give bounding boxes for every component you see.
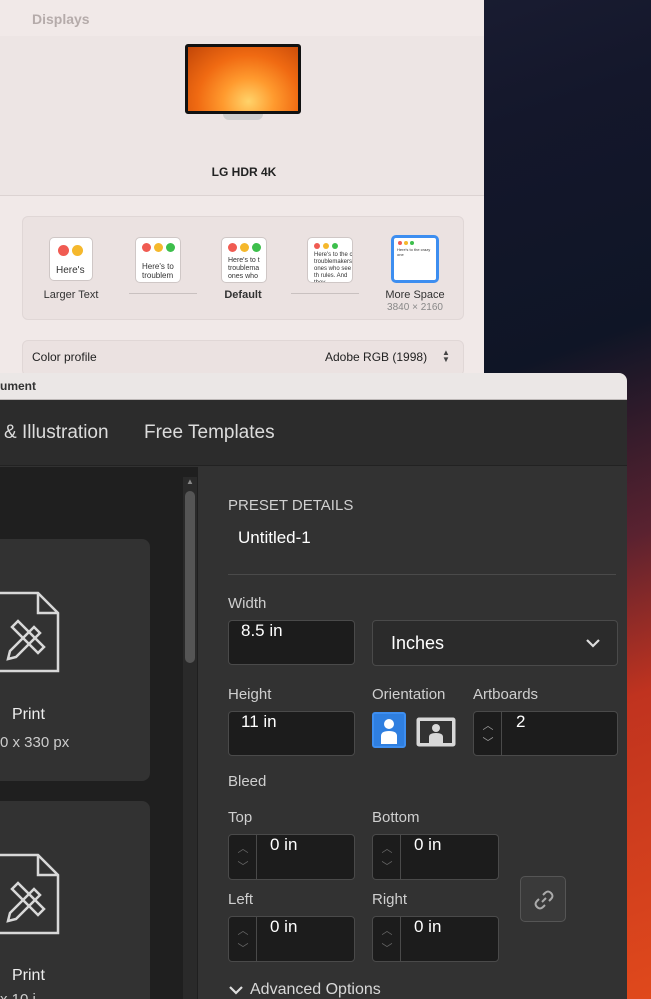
width-input[interactable]: 8.5 in (228, 620, 355, 665)
document-pencil-ruler-icon (0, 853, 60, 935)
new-document-window: ument & Illustration Free Templates Prin… (0, 373, 627, 999)
resolution-option-2[interactable]: Here's to troublem (135, 237, 181, 283)
artboards-value: 2 (516, 712, 526, 731)
portrait-orientation-icon[interactable] (372, 712, 406, 748)
bleed-left-label: Left (228, 891, 254, 908)
height-label: Height (228, 686, 272, 703)
bleed-bottom-input[interactable]: ︿ ﹀ 0 in (372, 834, 499, 880)
resolution-option-larger-text[interactable]: Here's (49, 237, 93, 281)
bleed-top-label: Top (228, 809, 253, 826)
tab-free-templates[interactable]: Free Templates (144, 422, 275, 444)
bleed-bottom-value: 0 in (414, 835, 442, 854)
advanced-options-label: Advanced Options (250, 981, 381, 998)
bleed-left-value: 0 in (270, 917, 298, 936)
resolution-label-more-space: More Space (385, 289, 445, 301)
resolution-label-larger-text: Larger Text (43, 289, 99, 301)
resolution-sub-more-space: 3840 × 2160 (387, 302, 443, 313)
bleed-bottom-label: Bottom (372, 809, 420, 826)
link-bleed-button[interactable] (520, 876, 566, 922)
preset-list: Print 0 x 330 px Print x 10 i (0, 467, 198, 999)
bleed-right-input[interactable]: ︿ ﹀ 0 in (372, 916, 499, 962)
bleed-label: Bleed (228, 773, 267, 790)
category-tabs: & Illustration Free Templates (0, 400, 627, 466)
advanced-options-toggle[interactable]: Advanced Options (228, 980, 381, 999)
chevron-down-icon (229, 986, 243, 995)
scroll-up-icon[interactable]: ▲ (184, 477, 196, 487)
preset-label: Print (12, 706, 45, 723)
preset-size: x 10 i (0, 991, 36, 999)
chevron-updown-icon[interactable]: ▲ ▼ (440, 349, 452, 364)
resolution-option-more-space[interactable]: Here's to the crazy one (391, 235, 439, 283)
bleed-right-stepper[interactable]: ︿ ﹀ (373, 917, 401, 961)
chevron-down-icon (586, 639, 600, 648)
divider (228, 574, 616, 575)
units-value: Inches (391, 633, 445, 653)
height-input[interactable]: 11 in (228, 711, 355, 756)
preset-card[interactable]: Print x 10 i (0, 801, 150, 999)
artboards-stepper[interactable]: ︿ ﹀ 2 (473, 711, 618, 756)
document-name-input[interactable]: Untitled-1 (238, 531, 311, 545)
resolution-preview-text: Here's to the c troublemakers. ones who … (314, 252, 353, 283)
units-dropdown[interactable]: Inches (372, 620, 618, 666)
window-titlebar: ument (0, 373, 627, 400)
bleed-top-stepper[interactable]: ︿ ﹀ (229, 835, 257, 879)
artboards-label: Artboards (473, 686, 539, 703)
height-value: 11 in (241, 712, 277, 731)
window-title: ument (0, 379, 36, 393)
color-profile-label: Color profile (32, 350, 97, 364)
resolution-divider (129, 293, 197, 294)
preset-size: 0 x 330 px (0, 734, 70, 751)
preset-card[interactable]: Print 0 x 330 px (0, 539, 150, 781)
bleed-right-value: 0 in (414, 917, 442, 936)
resolution-preview-text: Here's to the crazy one (397, 247, 431, 257)
width-value: 8.5 in (241, 621, 283, 640)
displays-window: Displays LG HDR 4K Here's Here's to trou… (0, 0, 484, 380)
bleed-bottom-stepper[interactable]: ︿ ﹀ (373, 835, 401, 879)
link-icon (534, 890, 554, 910)
monitor-name: LG HDR 4K (211, 165, 277, 179)
resolution-preview-text: Here's to t troublema ones who (228, 257, 260, 280)
chevron-up-icon[interactable]: ︿ (474, 717, 502, 733)
chevron-down-icon[interactable]: ﹀ (474, 734, 502, 750)
resolution-label-default: Default (224, 289, 262, 301)
preset-label: Print (12, 967, 45, 984)
resolution-options: Here's Here's to troublem Here's to t tr… (22, 216, 464, 320)
resolution-option-4[interactable]: Here's to the c troublemakers. ones who … (307, 237, 353, 283)
resolution-divider (291, 293, 359, 294)
document-pencil-ruler-icon (0, 591, 60, 673)
resolution-preview-text: Here's to troublem (142, 262, 174, 280)
preset-details-panel: PRESET DETAILS Untitled-1 Width 8.5 in I… (200, 467, 627, 999)
width-label: Width (228, 595, 267, 612)
preset-details-heading: PRESET DETAILS (228, 497, 354, 514)
color-profile-value[interactable]: Adobe RGB (1998) (325, 350, 427, 364)
artboards-stepper-arrows[interactable]: ︿ ﹀ (474, 712, 502, 755)
scrollbar-thumb[interactable] (185, 491, 195, 663)
bleed-left-stepper[interactable]: ︿ ﹀ (229, 917, 257, 961)
bleed-top-value: 0 in (270, 835, 298, 854)
monitor-icon[interactable] (185, 44, 301, 152)
resolution-option-default[interactable]: Here's to t troublema ones who (221, 237, 267, 283)
landscape-orientation-icon[interactable] (416, 717, 456, 747)
bleed-left-input[interactable]: ︿ ﹀ 0 in (228, 916, 355, 962)
tab-illustration[interactable]: & Illustration (4, 422, 109, 444)
bleed-right-label: Right (372, 891, 408, 908)
bleed-top-input[interactable]: ︿ ﹀ 0 in (228, 834, 355, 880)
displays-title: Displays (32, 11, 90, 27)
orientation-label: Orientation (372, 686, 446, 703)
resolution-preview-text: Here's (56, 265, 85, 276)
